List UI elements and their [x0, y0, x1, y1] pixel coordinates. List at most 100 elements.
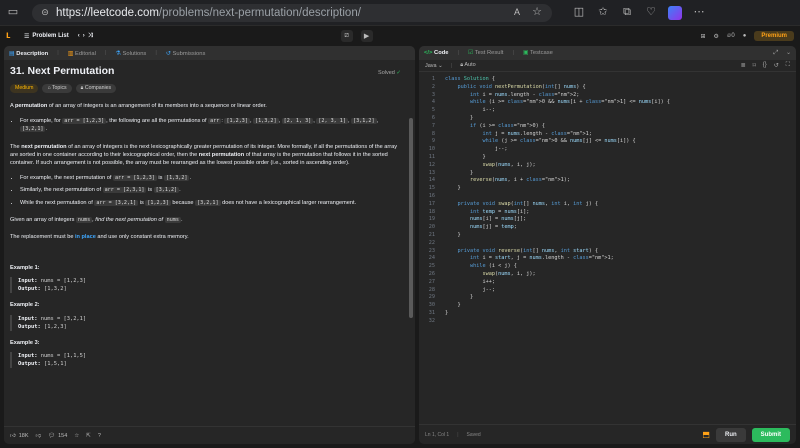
line-number: 11 — [428, 153, 435, 160]
premium-button[interactable]: Premium — [754, 31, 794, 41]
solved-status: Solved ✓ — [378, 70, 401, 76]
menu-more-icon[interactable]: ⋯ — [692, 6, 706, 20]
prev-icon[interactable]: ‹ — [78, 33, 80, 39]
next-icon[interactable]: › — [83, 33, 85, 39]
submit-button[interactable]: Submit — [751, 427, 790, 442]
code-tabs: </> Code | ☑ Test Result | ▣ Testcase ⤢ … — [419, 46, 796, 60]
code-line: 26 swap(nums, i, j); — [419, 271, 796, 279]
example-3-box: Input: nums = [1,1,5] Output: [1,5,1] — [10, 352, 401, 369]
language-select[interactable]: Java ⌄ — [425, 63, 443, 69]
tab-editorial[interactable]: ▥ Editorial — [68, 50, 96, 57]
settings-icon[interactable]: ⚙ — [714, 33, 719, 40]
code-line: 12 swap(nums, i, j); — [419, 162, 796, 170]
companies-badge[interactable]: 🔒︎ Companies — [75, 84, 117, 94]
code-text: } — [445, 231, 461, 238]
bookmark-icon[interactable]: ⌑ — [753, 62, 756, 69]
help-icon[interactable]: ? — [98, 433, 101, 439]
read-aloud-icon[interactable]: A — [510, 6, 524, 20]
topics-badge[interactable]: ⌂ Topics — [42, 84, 72, 94]
line-number: 17 — [428, 200, 435, 207]
code-editor[interactable]: 1 class Solution {2 public void nextPermu… — [419, 74, 796, 424]
paragraph-4: The replacement must be in place and use… — [10, 234, 189, 241]
line-number: 18 — [428, 208, 435, 215]
notes-icon[interactable]: ≣ — [741, 62, 746, 69]
line-number: 5 — [431, 107, 435, 114]
shuffle-icon[interactable]: ⤨ — [88, 33, 93, 40]
collections-icon[interactable]: ⧉ — [620, 6, 634, 20]
format-braces-icon[interactable]: {} — [763, 62, 767, 69]
line-number: 15 — [428, 185, 435, 192]
paragraph-3: Given an array of integers nums, find th… — [10, 217, 183, 224]
code-text: while (i >= class="nm">0 && nums[i + cla… — [470, 99, 670, 106]
code-line: 32 — [419, 318, 796, 326]
upload-icon[interactable]: ⬒ — [702, 430, 710, 439]
code-line: 25 while (i < j) { — [419, 263, 796, 271]
code-text: int j = nums.length - class="nm">1; — [482, 130, 592, 137]
comments-button[interactable]: 💬︎ 154 — [48, 433, 67, 439]
health-icon[interactable]: ♡ — [644, 6, 658, 20]
thumbs-up-icon: 👍︎ — [10, 432, 16, 439]
url-host: https://leetcode.com — [56, 6, 159, 19]
list-item: For example, the next permutation of arr… — [20, 174, 401, 182]
difficulty-badge[interactable]: Medium — [10, 84, 39, 94]
tab-submissions[interactable]: ↺ Submissions — [166, 50, 206, 57]
code-text: reverse(nums, i + class="nm">1); — [470, 177, 570, 184]
tab-test-result[interactable]: ☑ Test Result — [468, 50, 503, 56]
lock-icon: 🔒︎ — [460, 62, 464, 68]
description-scrollbar[interactable] — [409, 118, 413, 318]
code-line: 18 int temp = nums[i]; — [419, 209, 796, 217]
checkbox-icon: ☑ — [468, 50, 474, 56]
tab-code[interactable]: </> Code — [424, 50, 449, 56]
tab-description[interactable]: ▤ Description — [9, 50, 48, 57]
more-icon[interactable]: ⌄ — [786, 50, 791, 57]
line-number: 23 — [428, 247, 435, 254]
line-number: 8 — [431, 130, 435, 137]
tab-actions-icon[interactable]: ▭ — [6, 6, 20, 20]
line-number: 16 — [428, 192, 435, 199]
reset-icon[interactable]: ↺ — [774, 62, 779, 69]
code-text: i--; — [445, 107, 495, 114]
like-button[interactable]: 👍︎ 18K — [10, 433, 29, 439]
favorite-star-icon[interactable]: ☆ — [530, 6, 544, 20]
code-line: 22 — [419, 240, 796, 248]
run-button[interactable]: Run — [715, 427, 746, 442]
auto-mode-toggle[interactable]: 🔒︎ Auto — [460, 62, 476, 69]
code-line: 5 i--; — [419, 107, 796, 115]
avatar[interactable]: ● — [743, 33, 747, 39]
code-text: j--; — [445, 146, 508, 153]
code-text: nums[j] = temp; — [470, 224, 517, 231]
code-line: 24 int i = start, j = nums.length - clas… — [419, 255, 796, 263]
in-place-link[interactable]: in place — [75, 234, 96, 240]
maximize-icon[interactable]: ⤢ — [774, 50, 779, 57]
star-icon[interactable]: ☆ — [74, 433, 79, 439]
leetcode-logo-icon[interactable]: ʟ — [6, 31, 16, 41]
streak-icon[interactable]: 🔥︎0 — [727, 33, 735, 40]
line-number: 13 — [428, 169, 435, 176]
code-line: 30 } — [419, 302, 796, 310]
thumbs-down-icon[interactable]: 👎︎ — [36, 433, 42, 439]
code-line: 29 } — [419, 294, 796, 302]
flask-icon: ⚗ — [115, 50, 121, 57]
tab-testcase[interactable]: ▣ Testcase — [523, 50, 553, 56]
code-text: public void nextPermutation(int[] nums) … — [457, 83, 586, 90]
split-screen-icon[interactable]: ◫ — [572, 6, 586, 20]
fullscreen-icon[interactable]: ⛶ — [786, 62, 790, 69]
tab-solutions[interactable]: ⚗ Solutions — [115, 50, 146, 57]
code-line: 1 class Solution { — [419, 76, 796, 84]
favorites-icon[interactable]: ✩ — [596, 6, 610, 20]
share-icon[interactable]: ⇱ — [86, 433, 91, 439]
play-icon[interactable]: ▶ — [360, 30, 373, 42]
site-info-icon[interactable]: ⊝ — [40, 6, 50, 20]
streak-count: 0 — [731, 32, 735, 39]
code-line: 21 } — [419, 232, 796, 240]
list-item: For example, for arr = [1,2,3], the foll… — [20, 117, 401, 134]
bullet-list-1: For example, for arr = [1,2,3], the foll… — [10, 117, 401, 134]
extension-icon[interactable] — [668, 5, 682, 20]
problem-list-button[interactable]: ☰ Problem List ‹ › ⤨ — [24, 33, 93, 40]
address-bar[interactable]: ⊝ https://leetcode.com/problems/next-per… — [32, 3, 552, 22]
debug-icon[interactable]: ⧄ — [340, 30, 353, 42]
paragraph-2: The next permutation of an array of inte… — [10, 143, 397, 167]
list-icon: ☰ — [24, 33, 30, 40]
code-text: int temp = nums[i]; — [470, 208, 530, 215]
layout-icon[interactable]: ⊞ — [701, 33, 706, 40]
